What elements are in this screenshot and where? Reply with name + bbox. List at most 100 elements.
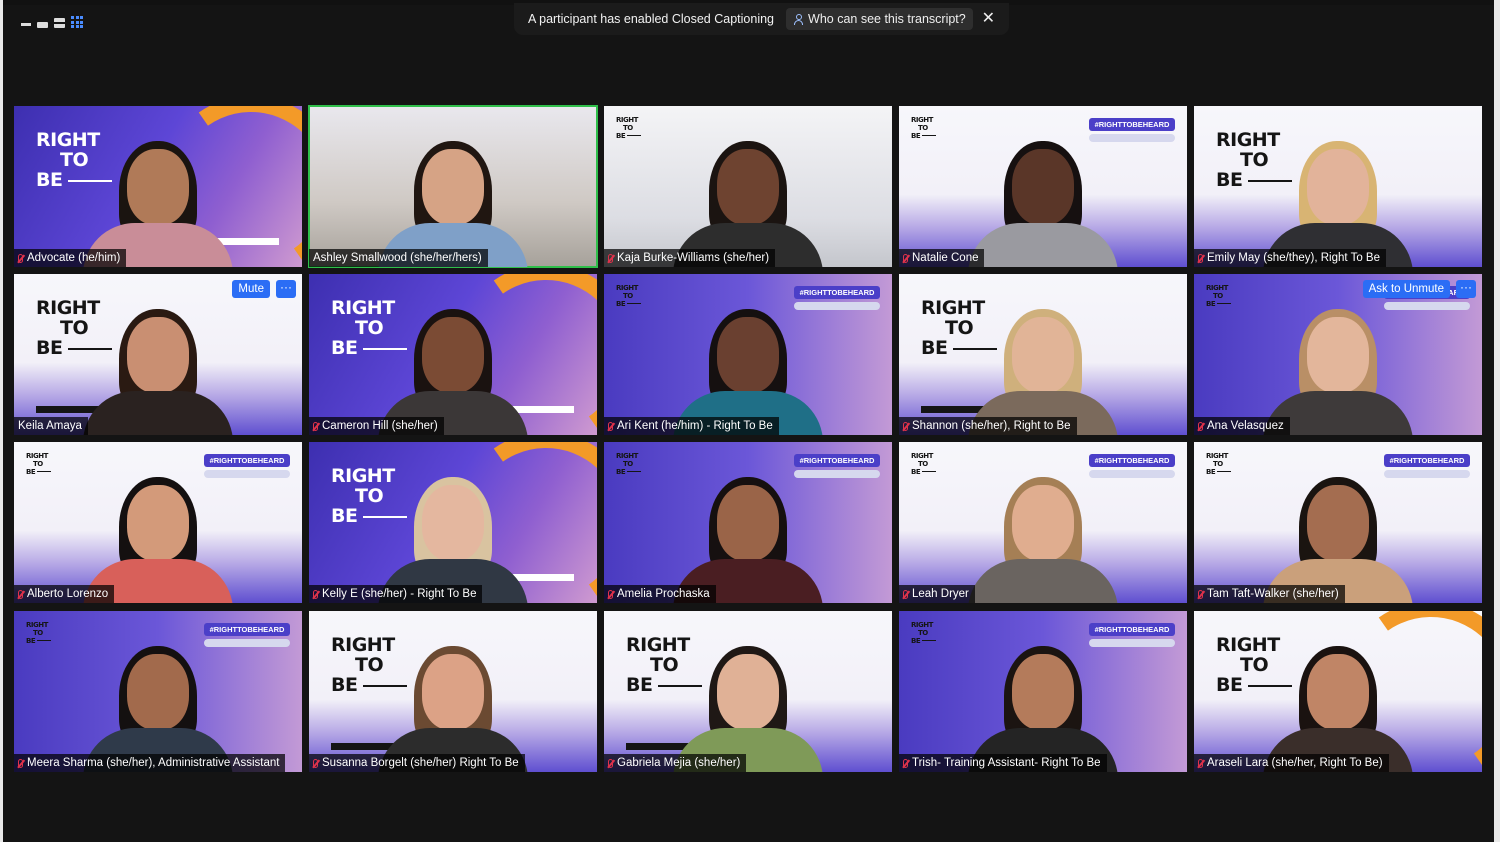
mic-muted-icon xyxy=(903,253,908,263)
participant-video xyxy=(83,632,233,772)
participant-name-label: Kaja Burke-Williams (she/her) xyxy=(604,249,776,267)
participant-name-label: Araseli Lara (she/her, Right To Be) xyxy=(1194,754,1389,772)
participant-tile[interactable]: RIGHT TO BE Cameron Hill (she/her) xyxy=(309,274,597,435)
participant-name: Susanna Borgelt (she/her) Right To Be xyxy=(322,757,519,769)
gallery-view-icon[interactable] xyxy=(71,16,83,28)
participant-name-label: Meera Sharma (she/her), Administrative A… xyxy=(14,754,286,772)
participant-name-label: Advocate (he/him) xyxy=(14,249,127,267)
participant-name-label: Cameron Hill (she/her) xyxy=(309,417,444,435)
participant-video xyxy=(968,127,1118,267)
participant-name: Trish- Training Assistant- Right To Be xyxy=(912,757,1101,769)
participant-name-label: Amelia Prochaska xyxy=(604,585,716,603)
participant-tile[interactable]: RIGHT TO BE Mute ··· Keila Amaya xyxy=(14,274,302,435)
participant-name-label: Keila Amaya xyxy=(14,417,88,435)
participant-video xyxy=(378,463,528,603)
participant-tile[interactable]: RIGHT TO BE Susanna Borgelt (she/her) Right… xyxy=(309,611,597,772)
window-edge-right xyxy=(1494,0,1500,842)
participant-tile[interactable]: RIGHT TO BE #RIGHTTOBEHEARD Amelia Prochaska xyxy=(604,442,892,603)
participant-name-label: Trish- Training Assistant- Right To Be xyxy=(899,754,1107,772)
mic-muted-icon xyxy=(1198,421,1203,431)
mic-muted-icon xyxy=(1198,758,1203,768)
mic-muted-icon xyxy=(903,421,908,431)
participant-name: Tam Taft-Walker (she/her) xyxy=(1207,588,1339,600)
participant-name: Cameron Hill (she/her) xyxy=(322,420,438,432)
participant-tile[interactable]: RIGHTTOBE#RIGHTTOBEHEARDAsk to Unmute···… xyxy=(1194,274,1482,435)
mic-muted-icon xyxy=(18,253,23,263)
participant-tile[interactable]: RIGHT TO BE #RIGHTTOBEHEARD Leah Dryer xyxy=(899,442,1187,603)
closed-caption-notification: A participant has enabled Closed Caption… xyxy=(514,3,1009,35)
participant-name-label: Leah Dryer xyxy=(899,585,975,603)
participant-name-label: Kelly E (she/her) - Right To Be xyxy=(309,585,483,603)
right-to-be-logo: RIGHT TO BE xyxy=(911,116,937,140)
participant-name-label: Gabriela Mejia (she/her) xyxy=(604,754,747,772)
participant-tile[interactable]: RIGHT TO BE #RIGHTTOBEHEARD Tam Taft-Walker … xyxy=(1194,442,1482,603)
participant-tile[interactable]: RIGHT TO BE Kaja Burke-Williams (she/her) xyxy=(604,106,892,267)
right-to-be-logo: RIGHT TO BE xyxy=(911,452,937,476)
participant-video xyxy=(1263,127,1413,267)
right-to-be-logo: RIGHT TO BE xyxy=(616,116,642,140)
minimize-icon[interactable] xyxy=(21,23,31,26)
right-to-be-logo: RIGHT TO BE xyxy=(1206,452,1232,476)
mic-muted-icon xyxy=(1198,589,1203,599)
participant-tile[interactable]: RIGHT TO BE #RIGHTTOBEHEARD Meera Sharma (sh… xyxy=(14,611,302,772)
participant-name-label: Ari Kent (he/him) - Right To Be xyxy=(604,417,779,435)
participant-name-label: Alberto Lorenzo xyxy=(14,585,115,603)
participant-name-label: Tam Taft-Walker (she/her) xyxy=(1194,585,1345,603)
participant-name: Ari Kent (he/him) - Right To Be xyxy=(617,420,773,432)
participant-tile[interactable]: Ashley Smallwood (she/her/hers) xyxy=(308,105,598,268)
participant-video xyxy=(378,632,528,772)
participant-tile[interactable]: RIGHT TO BE Emily May (she/they), Right To … xyxy=(1194,106,1482,267)
split-view-icon[interactable] xyxy=(54,18,65,28)
who-can-see-transcript-button[interactable]: Who can see this transcript? xyxy=(786,8,973,30)
participant-video xyxy=(673,127,823,267)
participant-name: Keila Amaya xyxy=(18,420,82,432)
mic-muted-icon xyxy=(903,589,908,599)
speaker-view-icon[interactable] xyxy=(37,22,48,28)
participant-tile[interactable]: RIGHT TO BE Shannon (she/her), Right to Be xyxy=(899,274,1187,435)
participant-tile[interactable]: RIGHT TO BE #RIGHTTOBEHEARD Ari Kent (he/him… xyxy=(604,274,892,435)
participant-video xyxy=(83,127,233,267)
right-to-be-logo: RIGHT TO BE xyxy=(616,284,642,308)
participant-name: Meera Sharma (she/her), Administrative A… xyxy=(27,757,280,769)
participant-video xyxy=(1263,295,1413,435)
mic-muted-icon xyxy=(903,758,908,768)
participant-video xyxy=(673,632,823,772)
participant-video xyxy=(673,295,823,435)
participant-video xyxy=(1263,632,1413,772)
participant-name: Gabriela Mejia (she/her) xyxy=(617,757,741,769)
participant-name-label: Emily May (she/they), Right To Be xyxy=(1194,249,1386,267)
participant-name: Kelly E (she/her) - Right To Be xyxy=(322,588,477,600)
participant-tile[interactable]: RIGHT TO BE Araseli Lara (she/her, Right To… xyxy=(1194,611,1482,772)
participant-name: Shannon (she/her), Right to Be xyxy=(912,420,1071,432)
ask-to-unmute-button[interactable]: Ask to Unmute xyxy=(1362,280,1450,298)
participant-name: Amelia Prochaska xyxy=(617,588,710,600)
participant-video xyxy=(378,127,528,267)
mic-muted-icon xyxy=(313,758,318,768)
participant-video xyxy=(83,295,233,435)
mic-muted-icon xyxy=(1198,253,1203,263)
right-to-be-logo: RIGHT TO BE xyxy=(1206,284,1232,308)
caption-message: A participant has enabled Closed Caption… xyxy=(528,12,775,26)
who-can-see-label: Who can see this transcript? xyxy=(808,12,966,26)
mute-participant-button[interactable]: Mute xyxy=(232,280,270,298)
more-options-icon[interactable]: ··· xyxy=(276,280,296,298)
participant-tile[interactable]: RIGHT TO BE #RIGHTTOBEHEARD Natalie Cone xyxy=(899,106,1187,267)
view-controls xyxy=(21,16,83,28)
participant-tile[interactable]: RIGHT TO BE Advocate (he/him) xyxy=(14,106,302,267)
more-options-icon[interactable]: ··· xyxy=(1456,280,1476,298)
participant-tile[interactable]: RIGHT TO BE #RIGHTTOBEHEARD Alberto Lorenzo xyxy=(14,442,302,603)
close-icon[interactable]: ✕ xyxy=(982,11,995,27)
participant-name: Leah Dryer xyxy=(912,588,969,600)
mic-muted-icon xyxy=(608,758,613,768)
participant-video xyxy=(378,295,528,435)
participant-name: Alberto Lorenzo xyxy=(27,588,109,600)
participant-name: Natalie Cone xyxy=(912,252,979,264)
right-to-be-logo: RIGHT TO BE xyxy=(911,621,937,645)
right-to-be-logo: RIGHT TO BE xyxy=(26,452,52,476)
mic-muted-icon xyxy=(313,589,318,599)
participant-tile[interactable]: RIGHT TO BE Kelly E (she/her) - Right To Be xyxy=(309,442,597,603)
mic-muted-icon xyxy=(608,589,613,599)
participant-tile[interactable]: RIGHT TO BE Gabriela Mejia (she/her) xyxy=(604,611,892,772)
participant-tile[interactable]: RIGHT TO BE #RIGHTTOBEHEARD Trish- Training … xyxy=(899,611,1187,772)
mic-muted-icon xyxy=(313,421,318,431)
